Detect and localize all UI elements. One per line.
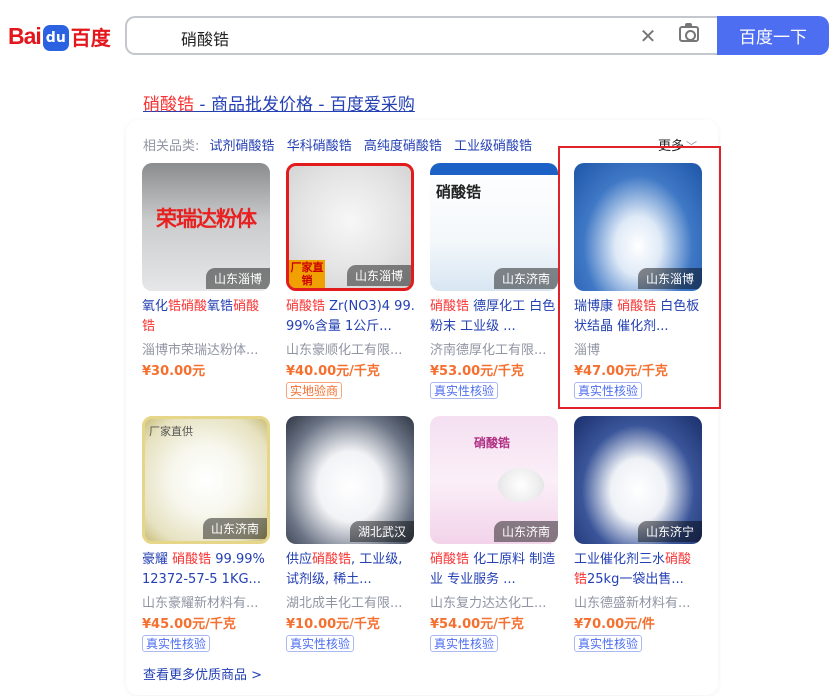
product-price: ¥45.00元/千克	[142, 617, 236, 632]
top-bar: Bai du 百度 硝酸锆 ✕ 百度一下	[0, 0, 833, 72]
image-text: 硝酸锆	[474, 436, 511, 450]
title-text: 氧化	[142, 299, 169, 314]
result-title-link[interactable]: 硝酸锆 - 商品批发价格 - 百度爱采购	[143, 90, 415, 115]
title-highlight: 硝酸锆	[430, 552, 470, 567]
logo-bai-text: Bai	[8, 22, 42, 49]
product-image[interactable]: 湖北武汉	[286, 416, 414, 544]
verification-badge: 真实性核验	[574, 635, 643, 652]
search-input[interactable]: 硝酸锆	[181, 26, 229, 50]
title-text: 氧锆	[207, 299, 234, 314]
product-title[interactable]: 硝酸锆 Zr(NO3)4 99.99%含量 1公斤...	[286, 297, 416, 337]
seller-name[interactable]: 湖北成丰化工有限...	[286, 592, 414, 611]
title-highlight: 锆	[168, 299, 182, 314]
verification-badge: 真实性核验	[286, 635, 355, 652]
product-title[interactable]: 工业催化剂三水硝酸锆25kg一袋出售...	[574, 550, 704, 590]
seller-name[interactable]: 淄博市荣瑞达粉体...	[142, 339, 270, 358]
title-highlight: 硝酸	[233, 299, 260, 314]
search-button[interactable]: 百度一下	[717, 16, 829, 55]
seller-name[interactable]: 山东豪耀新材料有...	[142, 592, 270, 611]
product-price: ¥40.00元/千克	[286, 364, 380, 379]
image-text: 荣瑞达粉体	[156, 207, 257, 231]
result-title-highlight: 硝酸锆	[143, 95, 194, 115]
image-text: 硝酸锆	[436, 183, 482, 201]
location-tag: 山东济南	[493, 521, 558, 542]
location-tag: 山东济南	[202, 518, 267, 539]
verification-badge: 真实性核验	[142, 635, 211, 652]
seller-name[interactable]: 济南德厚化工有限...	[430, 339, 558, 358]
view-more-link[interactable]: 查看更多优质商品 >	[143, 664, 262, 683]
selection-highlight	[558, 146, 721, 409]
title-highlight: 硝酸锆	[430, 299, 470, 314]
related-label: 相关品类:	[143, 139, 200, 154]
clear-icon[interactable]: ✕	[637, 24, 659, 48]
camera-icon[interactable]	[679, 23, 699, 42]
product-image[interactable]: 厂家直供 山东济南	[142, 416, 270, 544]
location-tag: 山东淄博	[205, 268, 270, 289]
seller-name[interactable]: 山东复力达达化工...	[430, 592, 558, 611]
location-tag: 山东济宁	[637, 521, 702, 542]
product-title[interactable]: 氧化锆硝酸氧锆硝酸锆	[142, 297, 272, 337]
product-price: ¥30.00元	[142, 364, 206, 379]
product-image[interactable]: 硝酸锆 山东济南	[430, 416, 558, 544]
location-tag: 山东淄博	[346, 265, 411, 286]
related-item[interactable]: 试剂硝酸锆	[210, 139, 275, 154]
product-image[interactable]: 硝酸锆 山东济南	[430, 163, 558, 291]
title-text: 工业催化剂三水	[574, 552, 666, 567]
title-highlight: 硝酸锆	[312, 552, 352, 567]
logo-paw-icon: du	[42, 25, 69, 51]
location-tag: 山东济南	[493, 268, 558, 289]
crystal-blob	[498, 468, 544, 502]
related-item[interactable]: 工业级硝酸锆	[454, 139, 532, 154]
verification-badge: 真实性核验	[430, 635, 499, 652]
location-tag: 湖北武汉	[349, 521, 414, 542]
related-item[interactable]: 高纯度硝酸锆	[364, 139, 442, 154]
product-price: ¥70.00元/件	[574, 617, 655, 632]
product-title[interactable]: 豪耀 硝酸锆 99.99% 12372-57-5 1KG...	[142, 550, 272, 590]
product-title[interactable]: 硝酸锆 德厚化工 白色粉末 工业级 ...	[430, 297, 560, 337]
image-text: 厂家直销	[289, 260, 325, 288]
product-price: ¥54.00元/千克	[430, 617, 524, 632]
baidu-logo[interactable]: Bai du 百度	[8, 16, 112, 56]
title-highlight: 锆	[142, 319, 156, 334]
logo-cn-text: 百度	[70, 25, 111, 50]
verification-badge: 真实性核验	[430, 382, 499, 399]
image-text: 厂家直供	[149, 425, 193, 438]
seller-name[interactable]: 山东豪顺化工有限...	[286, 339, 414, 358]
product-image[interactable]: 荣瑞达粉体 山东淄博	[142, 163, 270, 291]
title-text: 25kg一袋出售...	[587, 572, 684, 587]
search-box[interactable]: 硝酸锆 ✕	[125, 16, 719, 55]
related-item[interactable]: 华科硝酸锆	[287, 139, 352, 154]
product-price: ¥53.00元/千克	[430, 364, 524, 379]
result-title-rest: - 商品批发价格 - 百度爱采购	[194, 95, 415, 115]
image-banner	[430, 163, 558, 175]
title-highlight: 硝酸锆	[286, 299, 326, 314]
verification-badge: 实地验商	[286, 382, 343, 399]
title-text: 供应	[286, 552, 313, 567]
product-title[interactable]: 硝酸锆 化工原料 制造业 专业服务 ...	[430, 550, 560, 590]
product-title[interactable]: 供应硝酸锆, 工业级, 试剂级, 稀土...	[286, 550, 416, 590]
related-categories: 相关品类: 试剂硝酸锆 华科硝酸锆 高纯度硝酸锆 工业级硝酸锆	[143, 135, 540, 154]
seller-name[interactable]: 山东德盛新材料有...	[574, 592, 702, 611]
title-highlight: 硝酸锆	[172, 552, 212, 567]
product-price: ¥10.00元/千克	[286, 617, 380, 632]
title-text: 豪耀	[142, 552, 173, 567]
title-highlight: 硝酸	[181, 299, 208, 314]
product-image[interactable]: 山东济宁	[574, 416, 702, 544]
product-image[interactable]: 厂家直销 山东淄博	[286, 163, 414, 291]
